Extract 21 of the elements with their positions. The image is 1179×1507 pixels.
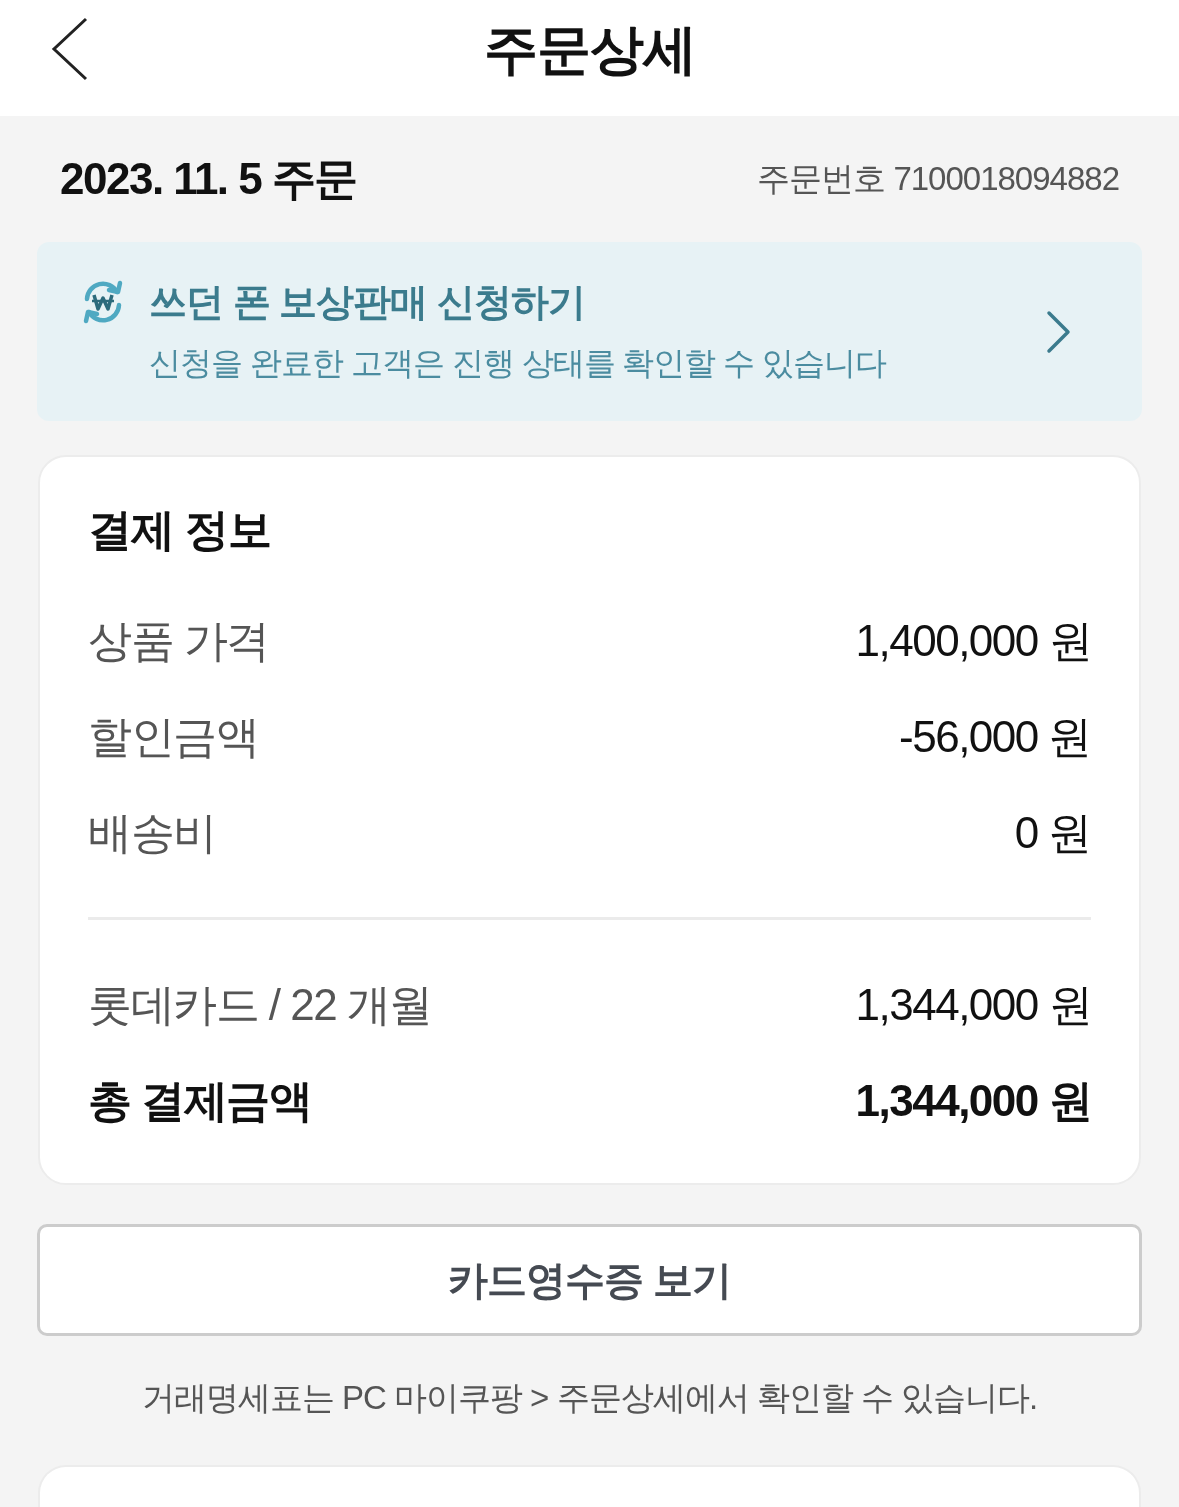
- payment-amount: 1,344,000 원: [855, 978, 1091, 1031]
- card-receipt-button[interactable]: 카드영수증 보기: [37, 1224, 1142, 1336]
- banner-subtitle: 신청을 완료한 고객은 진행 상태를 확인할 수 있습니다: [149, 344, 888, 383]
- charge-amount: 1,400,000 원: [855, 614, 1091, 667]
- payment-method-label: 롯데카드 / 22 개월: [88, 978, 432, 1031]
- trade-in-banner[interactable]: 쓰던 폰 보상판매 신청하기 신청을 완료한 고객은 진행 상태를 확인할 수 있습니다: [37, 242, 1142, 421]
- banner-title: 쓰던 폰 보상판매 신청하기: [149, 280, 586, 325]
- order-number: 주문번호 7100018094882: [757, 158, 1119, 199]
- charge-amount: -56,000 원: [899, 710, 1091, 763]
- total-amount: 1,344,000 원: [855, 1074, 1091, 1127]
- charge-label: 할인금액: [88, 710, 258, 763]
- charge-amount: 0 원: [1014, 806, 1091, 859]
- chevron-right-icon: [1046, 309, 1072, 354]
- total-label: 총 결제금액: [88, 1074, 312, 1127]
- page-title: 주문상세: [483, 22, 696, 76]
- order-date: 2023. 11. 5 주문: [60, 152, 357, 205]
- charge-label: 배송비: [88, 806, 216, 859]
- statement-note: 거래명세표는 PC 마이쿠팡 > 주문상세에서 확인할 수 있습니다.: [140, 1378, 1039, 1418]
- section-title: 결제 정보: [88, 505, 273, 555]
- back-icon[interactable]: [50, 17, 90, 81]
- charge-label: 상품 가격: [88, 614, 269, 667]
